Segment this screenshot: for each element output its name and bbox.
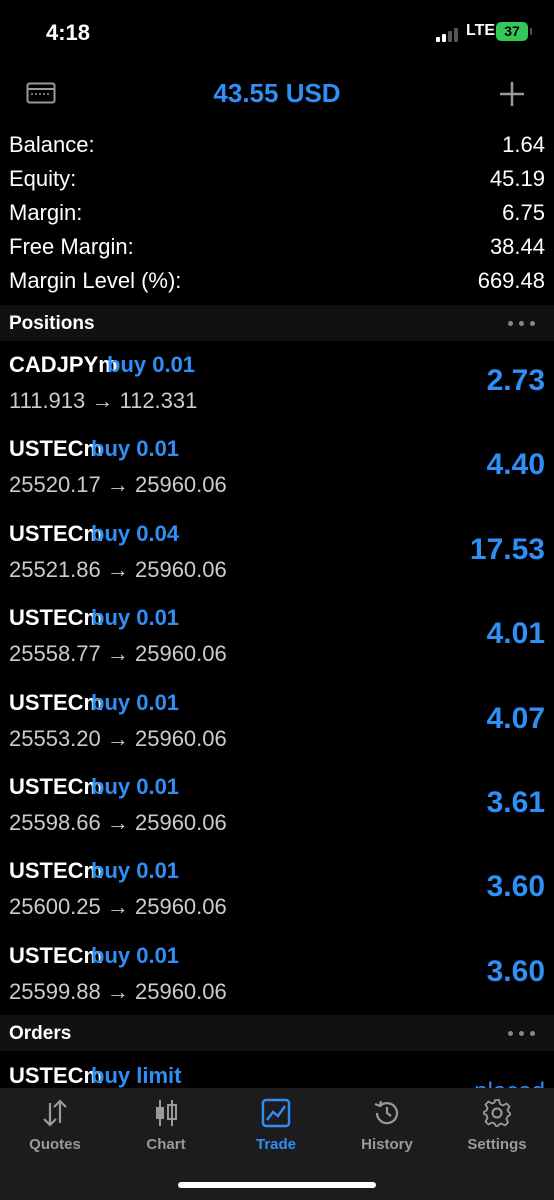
summary-row-margin-level: Margin Level (%): 669.48 <box>0 264 554 298</box>
history-clock-icon <box>374 1100 399 1125</box>
position-side: buy 0.01 <box>91 942 180 968</box>
tab-history[interactable]: History <box>332 1098 442 1158</box>
position-prices: 111.913 → 112.331 <box>9 388 198 413</box>
position-symbol: USTECm <box>9 436 104 462</box>
summary-value: 669.48 <box>477 268 545 293</box>
position-row[interactable]: USTECm buy 0.01 25553.20 → 25960.06 4.07 <box>0 682 554 766</box>
position-symbol: USTECm <box>9 520 104 546</box>
account-summary: Balance: 1.64 Equity: 45.19 Margin: 6.75… <box>0 128 554 298</box>
tab-label: Quotes <box>29 1136 81 1153</box>
position-side: buy 0.01 <box>107 352 196 377</box>
tab-label: Settings <box>467 1136 527 1153</box>
position-prices: 25600.25 → 25960.06 <box>9 894 227 920</box>
summary-label: Balance: <box>9 132 95 157</box>
positions-list: CADJPYm buy 0.01 111.913 → 112.331 2.73 … <box>0 344 554 1019</box>
position-prices: 25521.86 → 25960.06 <box>9 556 227 582</box>
summary-value: 38.44 <box>489 234 545 259</box>
tab-settings[interactable]: Settings <box>442 1098 552 1158</box>
tab-label: Trade <box>255 1136 297 1153</box>
plus-icon[interactable] <box>498 80 526 108</box>
position-symbol: CADJPYm <box>9 352 118 377</box>
summary-value: 1.64 <box>502 132 545 157</box>
section-title: Positions <box>9 313 95 334</box>
position-row[interactable]: USTECm buy 0.01 25598.66 → 25960.06 3.61 <box>0 766 554 850</box>
summary-row-equity: Equity: 45.19 <box>0 162 554 196</box>
position-symbol: USTECm <box>9 605 104 631</box>
summary-label: Margin: <box>9 200 83 225</box>
tab-trade[interactable]: Trade <box>221 1098 331 1158</box>
position-prices: 25599.88 → 25960.06 <box>9 978 227 1004</box>
position-side: buy 0.01 <box>91 773 180 799</box>
status-time: 4:18 <box>46 20 91 45</box>
account-equity-title: 43.55 USD <box>213 78 341 108</box>
position-profit: 3.60 <box>486 870 545 904</box>
trade-chart-icon <box>261 1098 291 1128</box>
home-indicator[interactable] <box>178 1182 376 1188</box>
position-row[interactable]: CADJPYm buy 0.01 111.913 → 112.331 2.73 <box>0 344 554 428</box>
summary-label: Equity: <box>9 166 77 191</box>
position-symbol: USTECm <box>9 858 104 884</box>
position-side: buy 0.01 <box>91 689 180 715</box>
position-row[interactable]: USTECm buy 0.01 25520.17 → 25960.06 4.40 <box>0 428 554 512</box>
summary-label: Free Margin: <box>9 234 134 259</box>
order-row[interactable]: USTECm buy limit placed <box>0 1056 554 1090</box>
status-bar: 4:18 LTE 37 <box>0 0 554 60</box>
position-side: buy 0.01 <box>91 605 180 631</box>
tab-label: Chart <box>146 1136 186 1153</box>
network-type: LTE <box>466 22 496 39</box>
position-row[interactable]: USTECm buy 0.01 25600.25 → 25960.06 3.60 <box>0 850 554 934</box>
positions-section-header: Positions <box>0 305 554 341</box>
position-row[interactable]: USTECm buy 0.04 25521.86 → 25960.06 17.5… <box>0 513 554 597</box>
header: 43.55 USD <box>0 70 554 120</box>
position-symbol: USTECm <box>9 773 104 799</box>
position-profit: 3.60 <box>486 954 545 988</box>
battery-icon: 37 <box>496 22 532 41</box>
position-profit: 2.73 <box>486 364 545 397</box>
summary-row-free-margin: Free Margin: 38.44 <box>0 230 554 264</box>
position-side: buy 0.04 <box>91 520 180 546</box>
section-title: Orders <box>9 1023 72 1044</box>
position-row[interactable]: USTECm buy 0.01 25558.77 → 25960.06 4.01 <box>0 597 554 681</box>
order-symbol: USTECm <box>9 1063 104 1088</box>
summary-value: 45.19 <box>489 166 545 191</box>
position-profit: 4.07 <box>486 701 545 735</box>
position-side: buy 0.01 <box>91 436 180 462</box>
position-profit: 4.40 <box>486 448 545 482</box>
summary-value: 6.75 <box>502 200 545 225</box>
position-profit: 3.61 <box>486 785 545 819</box>
position-profit: 4.01 <box>486 617 545 651</box>
more-options-icon[interactable] <box>508 1031 536 1037</box>
position-symbol: USTECm <box>9 689 104 715</box>
position-prices: 25558.77 → 25960.06 <box>9 641 227 667</box>
position-symbol: USTECm <box>9 942 104 968</box>
gear-icon <box>483 1099 511 1127</box>
more-options-icon[interactable] <box>508 321 536 327</box>
candlestick-icon <box>156 1100 177 1126</box>
position-prices: 25520.17 → 25960.06 <box>9 472 227 498</box>
order-side: buy limit <box>91 1063 182 1088</box>
orders-section-header: Orders <box>0 1015 554 1051</box>
position-row[interactable]: USTECm buy 0.01 25599.88 → 25960.06 3.60 <box>0 935 554 1019</box>
position-profit: 17.53 <box>469 532 545 566</box>
position-prices: 25553.20 → 25960.06 <box>9 725 227 751</box>
signal-icon <box>436 26 464 42</box>
quotes-arrows-icon <box>43 1099 67 1127</box>
summary-row-balance: Balance: 1.64 <box>0 128 554 162</box>
summary-row-margin: Margin: 6.75 <box>0 196 554 230</box>
tab-label: History <box>361 1136 413 1153</box>
summary-label: Margin Level (%): <box>9 268 182 293</box>
tab-quotes[interactable]: Quotes <box>0 1098 110 1158</box>
position-prices: 25598.66 → 25960.06 <box>9 809 227 835</box>
tab-chart[interactable]: Chart <box>111 1098 221 1158</box>
position-side: buy 0.01 <box>91 858 180 884</box>
